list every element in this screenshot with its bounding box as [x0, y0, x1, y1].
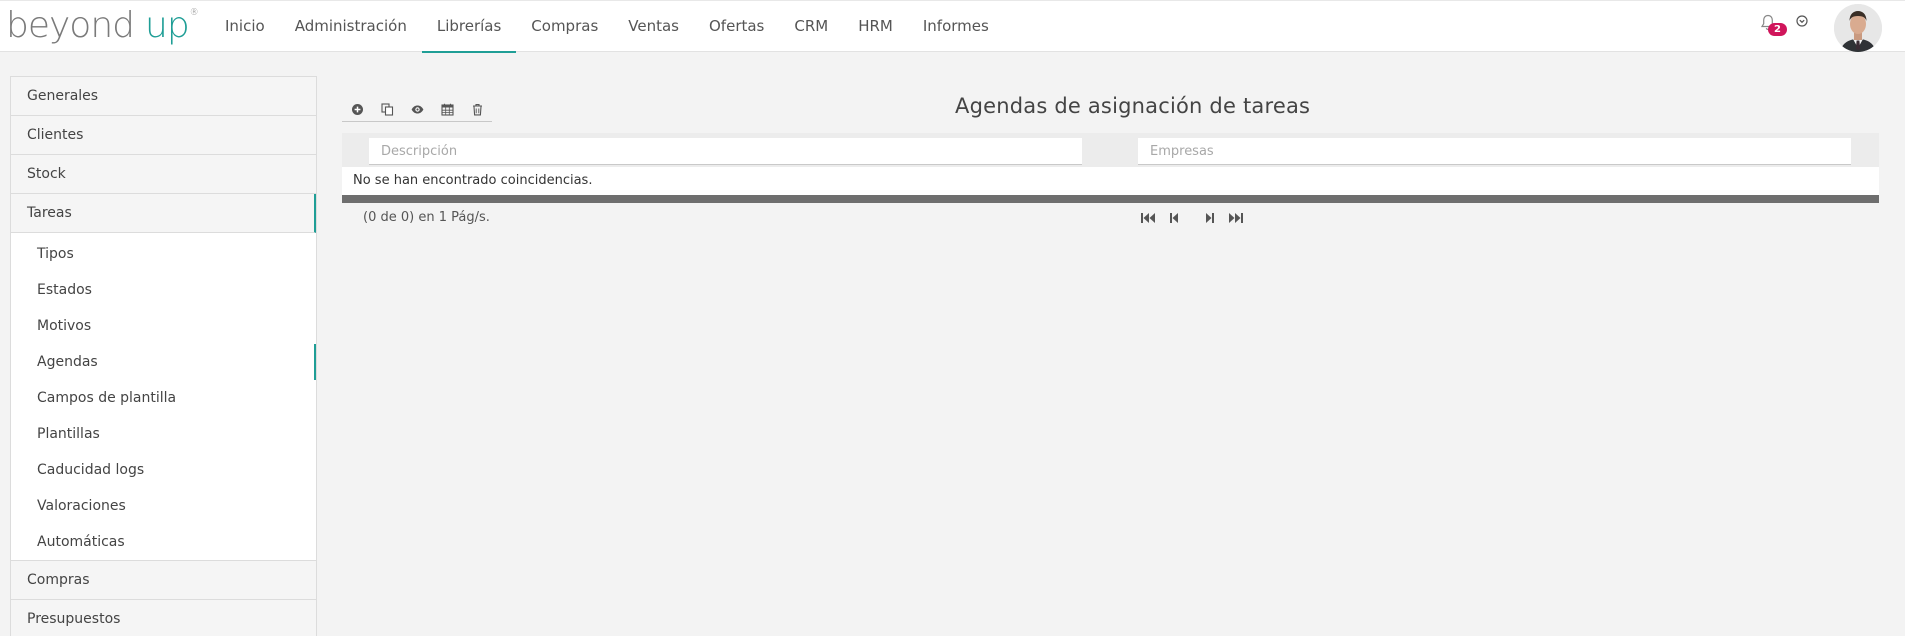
sidebar-tareas-submenu: Tipos Estados Motivos Agendas Campos de … [11, 233, 316, 561]
circle-chevron-icon[interactable] [1796, 15, 1808, 27]
sidebar-section-presupuestos[interactable]: Presupuestos [11, 600, 316, 636]
pager-summary: (0 de 0) en 1 Pág/s. [363, 210, 490, 225]
logo-text-up: up [145, 5, 190, 46]
empresas-filter-input[interactable] [1138, 138, 1851, 165]
grid-toolbar [342, 97, 492, 122]
sidebar-section-compras[interactable]: Compras [11, 561, 316, 600]
logo-registered-mark: ® [189, 8, 199, 18]
sidebar-item-motivos[interactable]: Motivos [11, 308, 316, 344]
sidebar-item-valoraciones[interactable]: Valoraciones [11, 488, 316, 524]
calendar-icon [440, 103, 454, 116]
first-page-icon [1141, 213, 1155, 223]
trash-icon [472, 103, 482, 115]
sidebar-section-tareas[interactable]: Tareas [11, 194, 316, 233]
prev-page-button[interactable] [1161, 210, 1187, 226]
view-button[interactable] [402, 97, 432, 122]
top-navbar: beyond up ® Inicio Administración Librer… [0, 0, 1905, 53]
pager-spacer [1187, 210, 1197, 226]
grid-filter-row [342, 133, 1879, 167]
sidebar-item-tipos[interactable]: Tipos [11, 236, 316, 272]
calendar-button[interactable] [432, 97, 462, 122]
copy-icon [380, 102, 393, 116]
sidebar-item-automaticas[interactable]: Automáticas [11, 524, 316, 560]
sidebar-item-estados[interactable]: Estados [11, 272, 316, 308]
next-page-icon [1206, 213, 1214, 223]
last-page-button[interactable] [1223, 210, 1249, 226]
grid-pager: (0 de 0) en 1 Pág/s. [342, 203, 1879, 233]
eye-icon [411, 105, 423, 113]
nav-item-ventas[interactable]: Ventas [613, 1, 694, 53]
beyond-up-logo[interactable]: beyond up ® [6, 4, 199, 48]
nav-item-administracion[interactable]: Administración [280, 1, 422, 53]
page-title: Agendas de asignación de tareas [955, 94, 1311, 118]
pager-buttons [1135, 210, 1249, 226]
sidebar-item-agendas[interactable]: Agendas [11, 344, 316, 380]
horizontal-scrollbar[interactable] [342, 195, 1879, 203]
sidebar-section-stock[interactable]: Stock [11, 155, 316, 194]
add-button[interactable] [342, 97, 372, 122]
prev-page-icon [1170, 213, 1178, 223]
nav-item-hrm[interactable]: HRM [843, 1, 908, 53]
library-sidebar: Generales Clientes Stock Tareas Tipos Es… [10, 76, 317, 636]
agendas-grid: No se han encontrado coincidencias. (0 d… [342, 133, 1879, 233]
sidebar-section-clientes[interactable]: Clientes [11, 116, 316, 155]
next-page-button[interactable] [1197, 210, 1223, 226]
delete-button[interactable] [462, 97, 492, 122]
nav-item-compras[interactable]: Compras [516, 1, 613, 53]
sidebar-section-generales[interactable]: Generales [11, 77, 316, 116]
sidebar-item-caducidad-logs[interactable]: Caducidad logs [11, 452, 316, 488]
nav-item-ofertas[interactable]: Ofertas [694, 1, 779, 53]
logo-text-beyond: beyond [6, 5, 135, 46]
descripcion-filter-input[interactable] [369, 138, 1082, 165]
nav-item-informes[interactable]: Informes [908, 1, 1004, 53]
sidebar-item-campos-de-plantilla[interactable]: Campos de plantilla [11, 380, 316, 416]
last-page-icon [1229, 213, 1243, 223]
main-nav: Inicio Administración Librerías Compras … [210, 1, 1004, 53]
user-portrait-icon [1834, 4, 1882, 52]
nav-item-crm[interactable]: CRM [779, 1, 843, 53]
nav-item-librerias[interactable]: Librerías [421, 1, 517, 53]
first-page-button[interactable] [1135, 210, 1161, 226]
notification-count-badge[interactable]: 2 [1768, 23, 1787, 36]
sidebar-item-plantillas[interactable]: Plantillas [11, 416, 316, 452]
empty-results-message: No se han encontrado coincidencias. [342, 167, 1879, 195]
copy-button[interactable] [372, 97, 402, 122]
plus-circle-icon [351, 103, 363, 115]
user-avatar[interactable] [1834, 4, 1882, 52]
nav-item-inicio[interactable]: Inicio [210, 1, 280, 53]
